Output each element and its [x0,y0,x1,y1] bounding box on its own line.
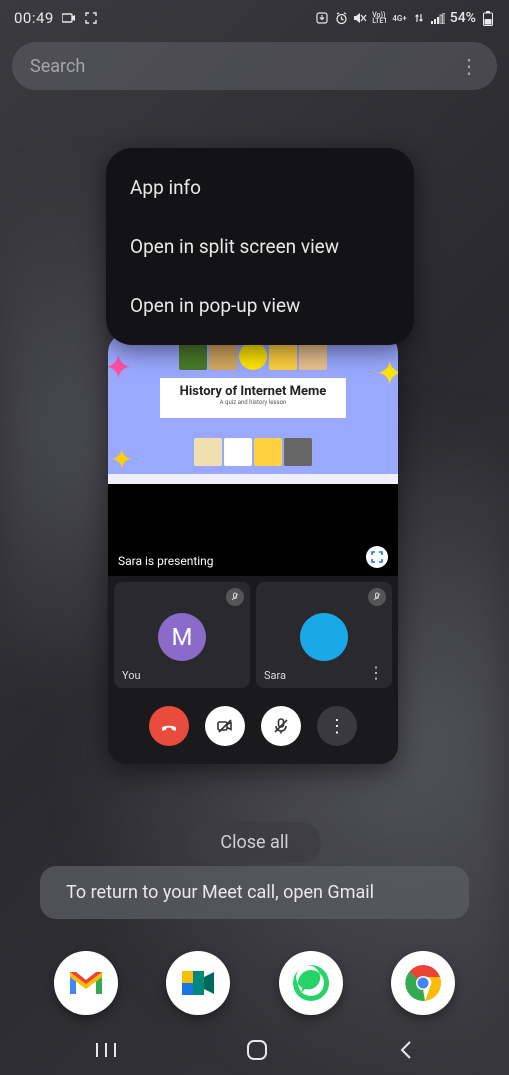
participant-overflow-icon[interactable]: ⋮ [368,663,384,682]
participant-name: You [122,669,141,682]
slide-title: History of Internet Meme [164,384,342,399]
status-bar: 00:49 Vo))LTE1 4G+ 54% [0,0,509,32]
recents-nav-button[interactable] [95,1041,117,1059]
close-all-button[interactable]: Close all [188,822,320,863]
presentation-area: ✦ ✦ ✦ History of Internet Meme A quiz an… [108,334,398,576]
mic-off-button[interactable] [261,706,301,746]
video-off-button[interactable] [205,706,245,746]
participant-name: Sara [264,669,286,682]
recent-app-card[interactable]: ✦ ✦ ✦ History of Internet Meme A quiz an… [108,334,398,764]
mic-muted-icon [226,588,244,606]
mic-muted-icon [368,588,386,606]
star-decoration-icon: ✦ [108,348,133,388]
gmail-app-icon[interactable] [54,951,118,1015]
menu-app-info[interactable]: App info [106,158,414,217]
meet-app-icon[interactable] [166,951,230,1015]
participant-tile-sara[interactable]: Sara ⋮ [256,582,392,688]
fullscreen-icon [84,11,98,25]
slide-subtitle: A quiz and history lesson [164,399,342,406]
call-controls: ⋮ [108,694,398,764]
search-input[interactable]: Search [12,42,497,90]
expand-button[interactable] [366,546,388,568]
data-arrows-icon [412,11,426,25]
battery-percent: 54% [450,10,476,26]
mute-icon [353,11,367,25]
toast-message: To return to your Meet call, open Gmail [40,866,469,919]
presenting-label: Sara is presenting [118,554,214,568]
back-nav-button[interactable] [398,1039,414,1061]
search-bar-container: Search ⋮ [12,42,497,90]
star-decoration-icon: ✦ [110,443,133,476]
menu-popup-view[interactable]: Open in pop-up view [106,276,414,335]
avatar-sara [300,613,348,661]
search-overflow-icon[interactable]: ⋮ [459,54,479,78]
end-call-button[interactable] [149,706,189,746]
volte-indicator: Vo))LTE1 [372,12,387,25]
network-type: 4G+ [392,14,406,23]
alarm-icon [334,11,348,25]
avatar-you: M [158,613,206,661]
search-placeholder: Search [30,56,85,77]
signal-icon [431,11,445,25]
app-context-menu: App info Open in split screen view Open … [106,148,414,345]
menu-split-screen[interactable]: Open in split screen view [106,217,414,276]
participant-tile-you[interactable]: M You [114,582,250,688]
clock: 00:49 [14,9,54,27]
navigation-bar [0,1025,509,1075]
camera-icon [62,11,76,25]
call-overflow-button[interactable]: ⋮ [317,706,357,746]
chrome-app-icon[interactable] [391,951,455,1015]
home-nav-button[interactable] [246,1039,268,1061]
participants-row: M You Sara ⋮ [108,576,398,694]
app-dock [0,951,509,1015]
shared-slide: ✦ ✦ ✦ History of Internet Meme A quiz an… [108,334,398,484]
whatsapp-app-icon[interactable] [279,951,343,1015]
download-icon [315,11,329,25]
star-decoration-icon: ✦ [376,354,399,394]
battery-icon [481,11,495,25]
